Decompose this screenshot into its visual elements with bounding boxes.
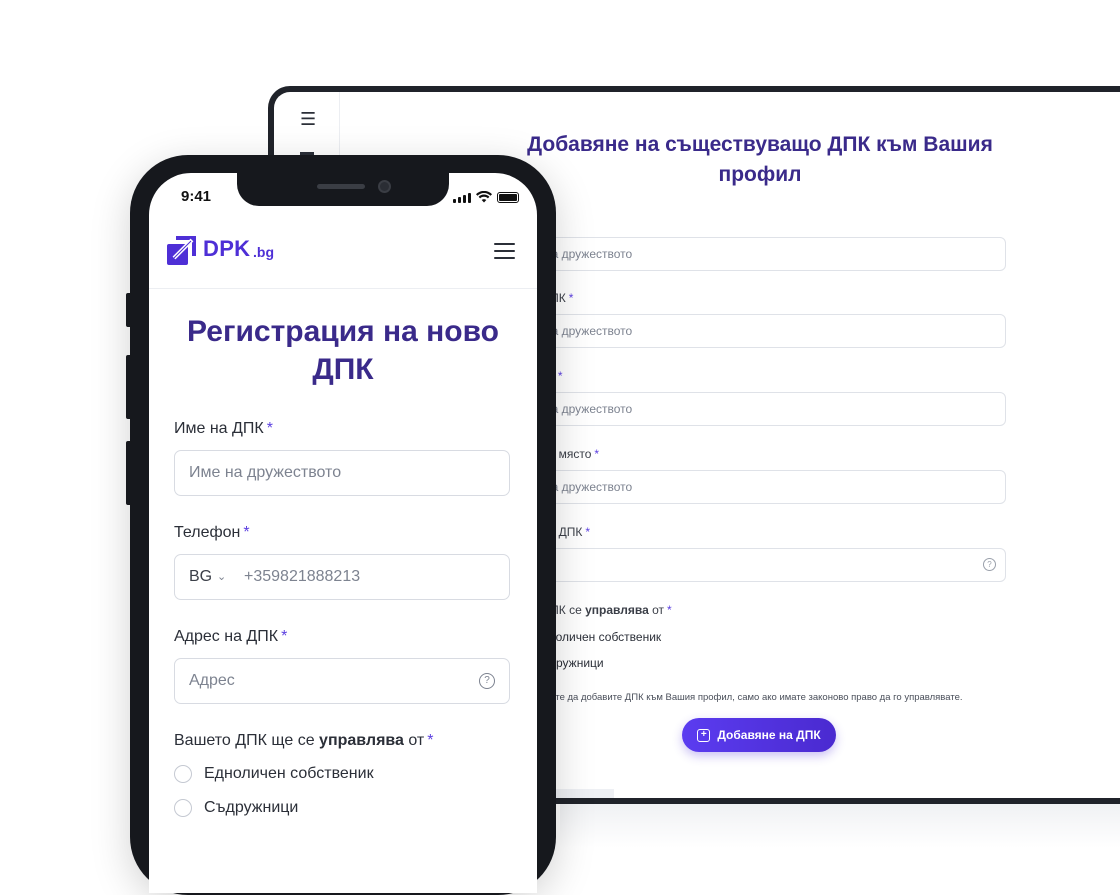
laptop-field-place[interactable]: на дружеството xyxy=(524,470,1006,504)
name-input[interactable]: Име на дружеството xyxy=(174,450,510,496)
name-label: Име на ДПК * xyxy=(174,420,273,437)
add-dpk-button[interactable]: + Добавяне на ДПК xyxy=(682,718,836,752)
hamburger-menu-icon[interactable] xyxy=(494,243,515,259)
laptop-field-name[interactable]: на дружеството xyxy=(524,237,1006,271)
help-icon[interactable]: ? xyxy=(983,558,996,571)
laptop-field-address[interactable]: с ? xyxy=(524,548,1006,582)
speaker xyxy=(317,184,365,189)
logo-icon xyxy=(167,236,196,265)
phone-volume-down-button xyxy=(126,441,132,505)
status-time: 9:41 xyxy=(181,188,212,205)
laptop-field-3[interactable]: на дружеството xyxy=(524,392,1006,426)
laptop-field-dpk[interactable]: на дружеството xyxy=(524,314,1006,348)
wifi-icon xyxy=(476,191,492,203)
radio-partners[interactable]: Съдружници xyxy=(174,799,298,817)
phone-volume-up-button xyxy=(126,355,132,419)
phone-header: DPK .bg xyxy=(149,223,537,289)
battery-icon xyxy=(497,192,519,203)
hamburger-icon[interactable]: ☰ xyxy=(300,110,316,128)
radio-circle[interactable] xyxy=(174,765,192,783)
page-title: Регистрация на ново ДПК xyxy=(187,315,499,386)
radio-sole-owner[interactable]: Едноличен собственик xyxy=(174,765,374,783)
logo-tld: .bg xyxy=(253,244,274,260)
radio-circle[interactable] xyxy=(174,799,192,817)
phone-frame: 9:41 DPK .bg Регистрация на ново ДПК Име… xyxy=(126,155,556,895)
laptop-radio-sole-owner[interactable]: ноличен собственик xyxy=(549,630,661,644)
address-input[interactable]: Адрес ? xyxy=(174,658,510,704)
phone-mute-button xyxy=(126,293,132,327)
laptop-radio-partners[interactable]: дружници xyxy=(549,656,604,670)
phone-screen: 9:41 DPK .bg Регистрация на ново ДПК Име… xyxy=(149,173,537,893)
signal-icon xyxy=(453,193,471,203)
laptop-shadow xyxy=(560,804,1120,848)
plus-square-icon: + xyxy=(697,728,711,742)
manage-label: Вашето ДПК ще се управлява от * xyxy=(174,732,434,749)
phone-notch xyxy=(237,173,449,206)
chevron-down-icon[interactable]: ⌄ xyxy=(217,570,226,583)
laptop-manage-label: ДПК се управлява от * xyxy=(542,603,672,617)
logo-text[interactable]: DPK xyxy=(203,236,250,262)
camera xyxy=(378,180,391,193)
help-icon[interactable]: ? xyxy=(479,673,495,689)
address-label: Адрес на ДПК * xyxy=(174,628,288,645)
laptop-page-title: Добавяне на съществуващо ДПК към Вашия п… xyxy=(527,133,993,186)
phone-label: Телефон * xyxy=(174,524,250,541)
status-icons xyxy=(453,191,519,203)
country-select[interactable]: BG xyxy=(189,568,212,586)
phone-input[interactable]: BG ⌄ +359821888213 xyxy=(174,554,510,600)
laptop-note: жете да добавите ДПК към Вашия профил, с… xyxy=(544,692,963,703)
